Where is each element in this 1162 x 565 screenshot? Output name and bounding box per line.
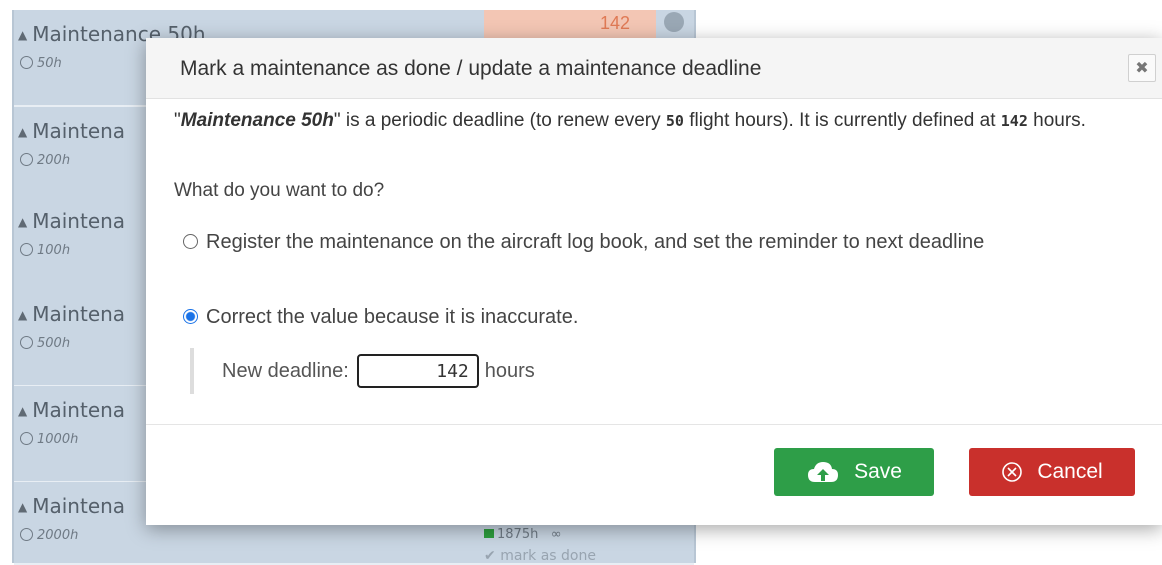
cancel-label: Cancel <box>1037 460 1103 483</box>
list-item-name: ▲ Maintena <box>18 494 126 518</box>
collapse-icon: ▲ <box>18 404 28 418</box>
desc-text: hours. <box>1027 110 1086 131</box>
clock-icon <box>20 528 33 541</box>
deadline-unit: hours <box>484 359 535 382</box>
maintenance-dialog: Mark a maintenance as done / update a ma… <box>146 38 1162 525</box>
current-value: 142 <box>1000 112 1028 130</box>
desc-text: flight hours). It is currently defined a… <box>683 110 1001 131</box>
cloud-upload-icon <box>806 460 840 484</box>
mark-as-done-link[interactable]: ✔ mark as done <box>484 548 596 564</box>
list-item-interval: 500h <box>20 334 70 351</box>
collapse-icon: ▲ <box>18 28 28 42</box>
clock-icon <box>20 153 33 166</box>
infinity-label: ∞ <box>550 527 562 542</box>
list-item-interval: 50h <box>20 54 62 71</box>
register-radio[interactable] <box>183 234 198 249</box>
list-item-name: ▲ Maintena <box>18 398 126 422</box>
desc-text: is a periodic deadline (to renew every <box>340 110 666 131</box>
clock-icon <box>20 432 33 445</box>
list-item-interval: 2000h <box>20 526 78 543</box>
collapse-icon: ▲ <box>18 500 28 514</box>
hours-counter: 1875h ∞ <box>484 527 562 542</box>
register-label: Register the maintenance on the aircraft… <box>206 231 985 253</box>
cancel-button[interactable]: Cancel <box>969 448 1135 496</box>
collapse-icon: ▲ <box>18 125 28 139</box>
list-item-name: ▲ Maintena <box>18 209 126 233</box>
deadline-badge <box>484 10 656 40</box>
deadline-badge-value: 142 <box>600 13 631 33</box>
option-register[interactable]: Register the maintenance on the aircraft… <box>174 230 1134 254</box>
question-label: What do you want to do? <box>174 180 385 201</box>
clock-icon <box>20 336 33 349</box>
cancel-circle-icon <box>1001 461 1023 483</box>
battery-icon <box>484 529 494 538</box>
collapse-icon: ▲ <box>18 215 28 229</box>
close-button[interactable]: ✖ <box>1128 54 1156 82</box>
save-label: Save <box>854 460 902 483</box>
maintenance-name: Maintenance 50h <box>180 110 334 131</box>
list-item-name: ▲ Maintena <box>18 302 126 326</box>
clock-icon <box>20 243 33 256</box>
deadline-label: New deadline: <box>222 359 349 382</box>
dialog-header: Mark a maintenance as done / update a ma… <box>146 38 1162 99</box>
list-item-interval: 100h <box>20 241 70 258</box>
clock-icon <box>20 56 33 69</box>
save-button[interactable]: Save <box>774 448 934 496</box>
dialog-description: "Maintenance 50h" is a periodic deadline… <box>174 110 1086 131</box>
interval-value: 50 <box>665 112 684 130</box>
collapse-icon: ▲ <box>18 308 28 322</box>
list-item-interval: 1000h <box>20 430 78 447</box>
option-correct[interactable]: Correct the value because it is inaccura… <box>174 306 578 329</box>
settings-icon[interactable] <box>664 12 684 32</box>
dialog-title: Mark a maintenance as done / update a ma… <box>180 57 762 80</box>
list-item-interval: 200h <box>20 151 70 168</box>
list-item-name: ▲ Maintena <box>18 119 126 143</box>
deadline-input[interactable] <box>356 354 479 388</box>
footer-divider <box>146 424 1162 425</box>
deadline-row: New deadline: hours <box>190 348 535 394</box>
correct-radio[interactable] <box>183 309 198 324</box>
correct-label: Correct the value because it is inaccura… <box>206 306 579 328</box>
